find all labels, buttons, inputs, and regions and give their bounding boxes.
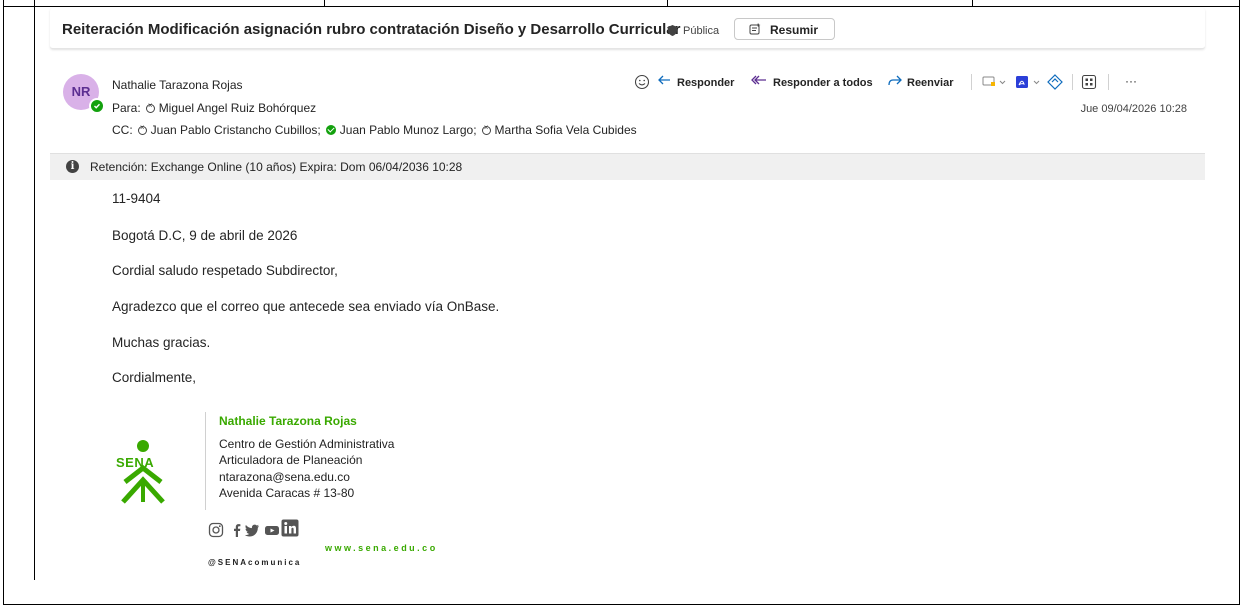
- forward-icon: [888, 75, 902, 86]
- cc-label: CC:: [112, 123, 133, 137]
- social-handle: @SENAcomunica: [208, 558, 302, 567]
- loop-button[interactable]: [1047, 72, 1063, 92]
- table-left-rule: [34, 0, 35, 580]
- youtube-icon[interactable]: [264, 522, 280, 538]
- reply-label: Responder: [677, 77, 735, 89]
- sena-logo: [121, 440, 165, 504]
- to-label: Para:: [112, 101, 141, 115]
- apps-button[interactable]: [1081, 72, 1099, 92]
- emoji-icon: [634, 74, 650, 90]
- more-actions-button[interactable]: ···: [1123, 72, 1143, 92]
- toolbar-separator: [971, 74, 972, 90]
- summarize-label: Resumir: [770, 23, 819, 37]
- reply-all-button[interactable]: Responder a todos: [751, 72, 881, 92]
- apps-icon: [1081, 74, 1097, 90]
- sender-name[interactable]: Nathalie Tarazona Rojas: [112, 78, 243, 92]
- recipient-to[interactable]: Miguel Angel Ruiz Bohórquez: [159, 101, 316, 115]
- recipient-cc[interactable]: Juan Pablo Munoz Largo;: [340, 123, 477, 137]
- info-icon: [66, 160, 79, 173]
- website-link[interactable]: www.sena.edu.co: [325, 543, 438, 553]
- summarize-button[interactable]: Resumir: [734, 18, 835, 40]
- presence-unknown-icon: [481, 123, 491, 135]
- email-subject: Reiteración Modificación asignación rubr…: [62, 21, 681, 38]
- shield-icon: [668, 25, 677, 36]
- reply-all-icon: [751, 75, 766, 85]
- emoji-react-button[interactable]: [633, 72, 653, 92]
- pdf-button[interactable]: [1015, 72, 1043, 92]
- pdf-icon: [1016, 76, 1040, 88]
- twitter-icon[interactable]: [244, 522, 260, 538]
- signature-divider: [205, 412, 206, 510]
- more-icon: ···: [1125, 74, 1137, 88]
- presence-available-icon: [89, 98, 105, 114]
- presence-unknown-icon: [137, 123, 147, 135]
- summarize-icon: [749, 23, 761, 35]
- signature-line: Articuladora de Planeación: [219, 453, 363, 467]
- table-top-rule: [3, 6, 1240, 7]
- signature-line: Avenida Caracas # 13-80: [219, 486, 355, 500]
- body-paragraph: Agradezco que el correo que antecede sea…: [112, 299, 500, 314]
- linkedin-icon[interactable]: [281, 519, 299, 537]
- body-paragraph: 11-9404: [112, 191, 161, 206]
- presence-available-icon: [325, 125, 336, 135]
- retention-text: Retención: Exchange Online (10 años) Exp…: [90, 160, 463, 174]
- cc-line: CC: Juan Pablo Cristancho Cubillos; Juan P…: [112, 123, 637, 137]
- body-paragraph: Bogotá D.C, 9 de abril de 2026: [112, 228, 298, 243]
- signature-line: Centro de Gestión Administrativa: [219, 437, 395, 451]
- instagram-icon[interactable]: [208, 522, 224, 538]
- body-paragraph: Muchas gracias.: [112, 335, 211, 350]
- reply-icon: [658, 75, 670, 85]
- to-line: Para: Miguel Angel Ruiz Bohórquez: [112, 101, 316, 115]
- sent-date: Jue 09/04/2026 10:28: [1080, 103, 1187, 115]
- signature-name: Nathalie Tarazona Rojas: [219, 414, 357, 428]
- forward-button[interactable]: Reenviar: [887, 72, 962, 92]
- subject-bar: Reiteración Modificación asignación rubr…: [50, 8, 1205, 49]
- forward-label: Reenviar: [907, 77, 954, 89]
- table-divider: [324, 0, 325, 7]
- facebook-icon[interactable]: [229, 522, 245, 538]
- recipient-cc[interactable]: Juan Pablo Cristancho Cubillos;: [151, 123, 321, 137]
- toolbar-separator: [1108, 74, 1109, 90]
- loop-icon: [1047, 74, 1063, 90]
- table-divider: [972, 0, 973, 7]
- signature-line[interactable]: ntarazona@sena.edu.co: [219, 470, 350, 484]
- message-header: NR Nathalie Tarazona Rojas Para:Miguel A…: [50, 58, 1205, 153]
- presence-unknown-icon: [145, 101, 155, 113]
- body-paragraph: Cordialmente,: [112, 370, 197, 385]
- retention-bar: Retención: Exchange Online (10 años) Exp…: [50, 153, 1205, 180]
- sensitivity-label[interactable]: Pública: [683, 25, 719, 37]
- table-divider: [667, 0, 668, 7]
- teams-share-button[interactable]: [982, 72, 1008, 92]
- reply-button[interactable]: Responder: [657, 72, 742, 92]
- sena-logo-text: SENA: [116, 455, 155, 470]
- recipient-cc[interactable]: Martha Sofia Vela Cubides: [495, 123, 637, 137]
- share-to-teams-icon: [982, 76, 1006, 86]
- body-paragraph: Cordial saludo respetado Subdirector,: [112, 263, 338, 278]
- reply-all-label: Responder a todos: [773, 77, 873, 89]
- toolbar-separator: [1072, 74, 1073, 90]
